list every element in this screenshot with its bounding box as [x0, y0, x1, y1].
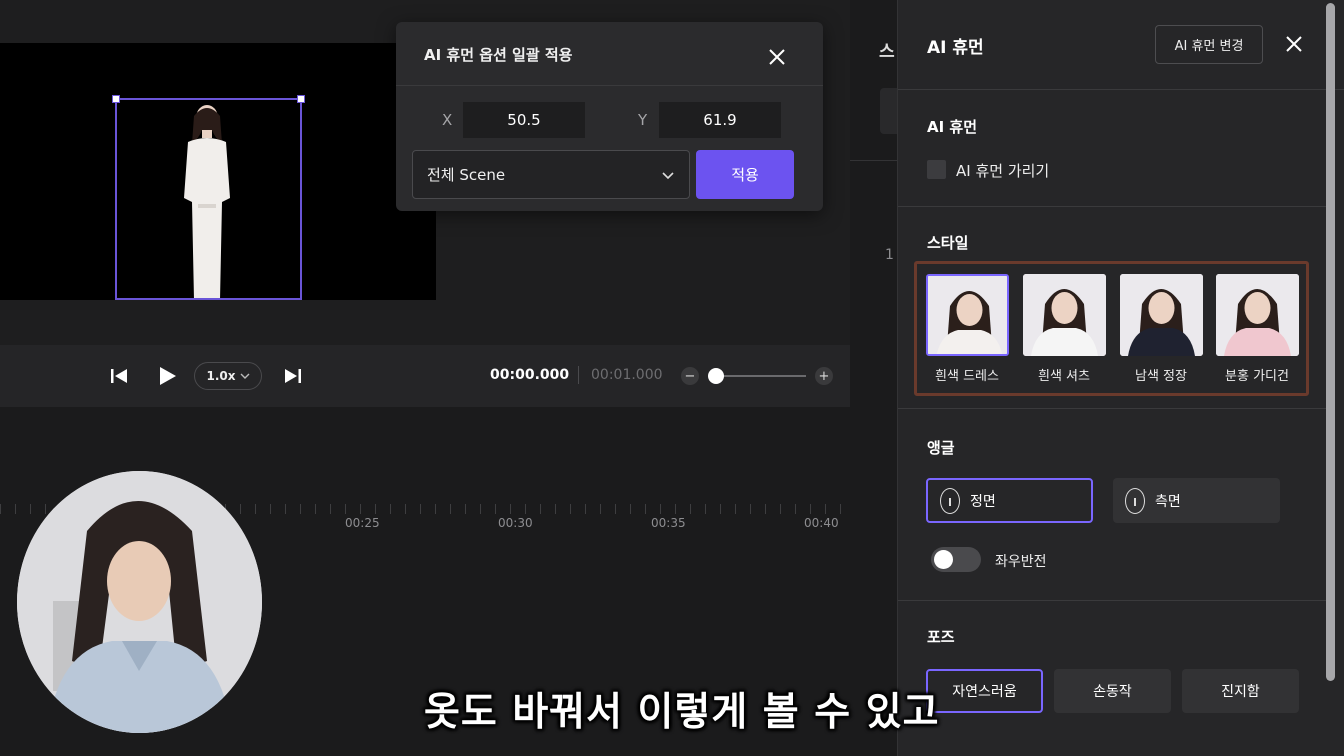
angle-front-button[interactable]: 정면 [926, 478, 1093, 523]
y-label: Y [638, 111, 648, 129]
skip-back-icon[interactable] [107, 364, 131, 388]
hide-ai-human-checkbox[interactable] [927, 160, 946, 179]
style-label: 남색 정장 [1135, 369, 1187, 384]
section-pose-title: 포즈 [927, 628, 955, 646]
zoom-out-icon[interactable]: − [681, 367, 699, 385]
timeline-tick: 00:25 [345, 516, 380, 530]
pose-serious-button[interactable]: 진지함 [1182, 669, 1299, 713]
header-divider [898, 89, 1344, 90]
total-time: 00:01.000 [591, 367, 663, 383]
scene-scope-value: 전체 Scene [427, 166, 506, 184]
chevron-down-icon [240, 373, 249, 379]
section-divider [898, 408, 1330, 409]
section-ai-human-title: AI 휴먼 [927, 118, 978, 136]
bulk-apply-popover: AI 휴먼 옵션 일괄 적용 X Y 전체 Scene 적용 [396, 22, 823, 211]
current-time: 00:00.000 [490, 367, 570, 383]
head-front-icon [940, 487, 960, 514]
speed-value: 1.0x [206, 369, 236, 383]
section-angle-title: 앵글 [927, 439, 955, 457]
section-divider [898, 206, 1330, 207]
panel-scrollbar[interactable] [1326, 3, 1335, 681]
play-icon[interactable] [155, 364, 179, 388]
apply-button[interactable]: 적용 [696, 150, 794, 199]
scene-list-title: 스 [879, 42, 895, 62]
divider [850, 160, 897, 161]
timeline-tick: 00:30 [498, 516, 533, 530]
style-thumbnail [1216, 274, 1299, 356]
angle-side-button[interactable]: 측면 [1113, 478, 1280, 523]
timeline-tick: 00:40 [804, 516, 839, 530]
flip-label: 좌우반전 [995, 554, 1047, 570]
popover-title: AI 휴먼 옵션 일괄 적용 [424, 46, 573, 64]
close-icon[interactable] [1284, 34, 1304, 54]
style-card[interactable] [1120, 274, 1203, 356]
toggle-knob [934, 550, 953, 569]
selection-box[interactable] [115, 98, 302, 300]
style-card[interactable] [1023, 274, 1106, 356]
style-thumbnail [928, 276, 1007, 354]
style-label: 분홍 가디건 [1225, 369, 1289, 384]
section-divider [898, 600, 1330, 601]
presenter-webcam [17, 471, 262, 733]
style-thumbnail [1023, 274, 1106, 356]
speed-select[interactable]: 1.0x [194, 362, 262, 390]
video-caption: 옷도 바꿔서 이렇게 볼 수 있고 [424, 690, 940, 735]
scene-list-button[interactable] [880, 88, 897, 134]
resize-handle-top-left[interactable] [112, 95, 120, 103]
scene-number: 1 [885, 247, 894, 263]
flip-toggle[interactable] [931, 547, 981, 572]
style-label: 흰색 셔츠 [1038, 369, 1090, 384]
section-style-title: 스타일 [927, 234, 969, 252]
ai-human-panel: AI 휴먼 AI 휴먼 변경 AI 휴먼 AI 휴먼 가리기 스타일 흰색 드레… [897, 0, 1344, 756]
chevron-down-icon [662, 171, 674, 179]
panel-title: AI 휴먼 [927, 38, 984, 58]
angle-front-label: 정면 [970, 493, 996, 510]
style-card[interactable] [926, 274, 1009, 356]
angle-side-label: 측면 [1155, 493, 1181, 510]
style-card[interactable] [1216, 274, 1299, 356]
style-thumbnail [1120, 274, 1203, 356]
scene-scope-select[interactable]: 전체 Scene [412, 150, 690, 199]
head-side-icon [1125, 487, 1145, 514]
time-divider [578, 366, 579, 384]
hide-ai-human-label: AI 휴먼 가리기 [956, 162, 1050, 180]
skip-forward-icon[interactable] [281, 364, 305, 388]
resize-handle-top-right[interactable] [297, 95, 305, 103]
editor-screen: 1.0x 00:00.000 00:01.000 − + 00:25 00:30… [0, 0, 1344, 756]
close-icon[interactable] [766, 46, 788, 68]
change-ai-human-button[interactable]: AI 휴먼 변경 [1155, 25, 1263, 64]
pose-natural-button[interactable]: 자연스러움 [926, 669, 1043, 713]
zoom-slider-handle[interactable] [708, 368, 724, 384]
x-label: X [442, 111, 453, 129]
x-input[interactable] [463, 102, 585, 138]
timeline-tick: 00:35 [651, 516, 686, 530]
zoom-in-icon[interactable]: + [815, 367, 833, 385]
zoom-slider-track[interactable] [716, 375, 806, 377]
pose-gesture-button[interactable]: 손동작 [1054, 669, 1171, 713]
popover-divider [396, 85, 823, 86]
y-input[interactable] [659, 102, 781, 138]
style-label: 흰색 드레스 [935, 369, 999, 384]
